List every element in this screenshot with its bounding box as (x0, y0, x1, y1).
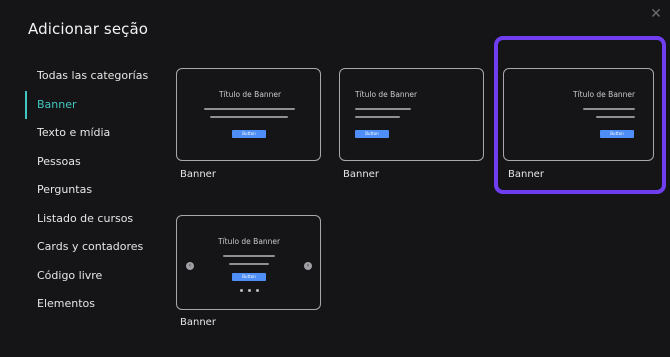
selected-template-highlight (494, 36, 666, 194)
chevron-right-icon: › (304, 262, 312, 270)
sidebar-item-cards-counters[interactable]: Cards y contadores (25, 233, 165, 262)
sidebar-item-free-code[interactable]: Código livre (25, 262, 165, 291)
sidebar-item-course-list[interactable]: Listado de cursos (25, 205, 165, 234)
preview-button: Button (232, 273, 266, 281)
close-icon[interactable]: ✕ (648, 6, 664, 22)
carousel-dot (240, 289, 243, 292)
modal-title: Adicionar seção (28, 20, 149, 38)
banner-template-card-left[interactable]: Título de Banner Button (339, 68, 484, 161)
sidebar-item-people[interactable]: Pessoas (25, 148, 165, 177)
preview-button: Button (232, 130, 266, 138)
carousel-dot (256, 289, 259, 292)
preview-button: Button (355, 130, 389, 138)
sidebar-item-questions[interactable]: Perguntas (25, 176, 165, 205)
preview-text-line (204, 108, 295, 110)
preview-title: Título de Banner (355, 90, 418, 99)
chevron-left-icon: ‹ (186, 262, 194, 270)
template-caption: Banner (180, 317, 216, 328)
preview-text-line (355, 116, 400, 118)
preview-text-line (229, 263, 269, 265)
preview-text-line (355, 108, 411, 110)
banner-template-card-carousel[interactable]: Título de Banner Button ‹ › (176, 215, 321, 310)
preview-title: Título de Banner (219, 90, 282, 99)
preview-text-line (223, 255, 275, 257)
banner-template-card-centered[interactable]: Título de Banner Button (176, 68, 321, 161)
preview-title: Título de Banner (218, 237, 281, 246)
preview-text-line (210, 116, 288, 118)
carousel-dot (248, 289, 251, 292)
template-caption: Banner (180, 169, 216, 180)
sidebar-item-elements[interactable]: Elementos (25, 290, 165, 319)
sidebar-item-text-media[interactable]: Texto e mídia (25, 119, 165, 148)
template-caption: Banner (343, 169, 379, 180)
category-sidebar: Todas las categorías Banner Texto e mídi… (25, 62, 165, 319)
sidebar-item-all-categories[interactable]: Todas las categorías (25, 62, 165, 91)
sidebar-item-banner[interactable]: Banner (25, 90, 165, 120)
